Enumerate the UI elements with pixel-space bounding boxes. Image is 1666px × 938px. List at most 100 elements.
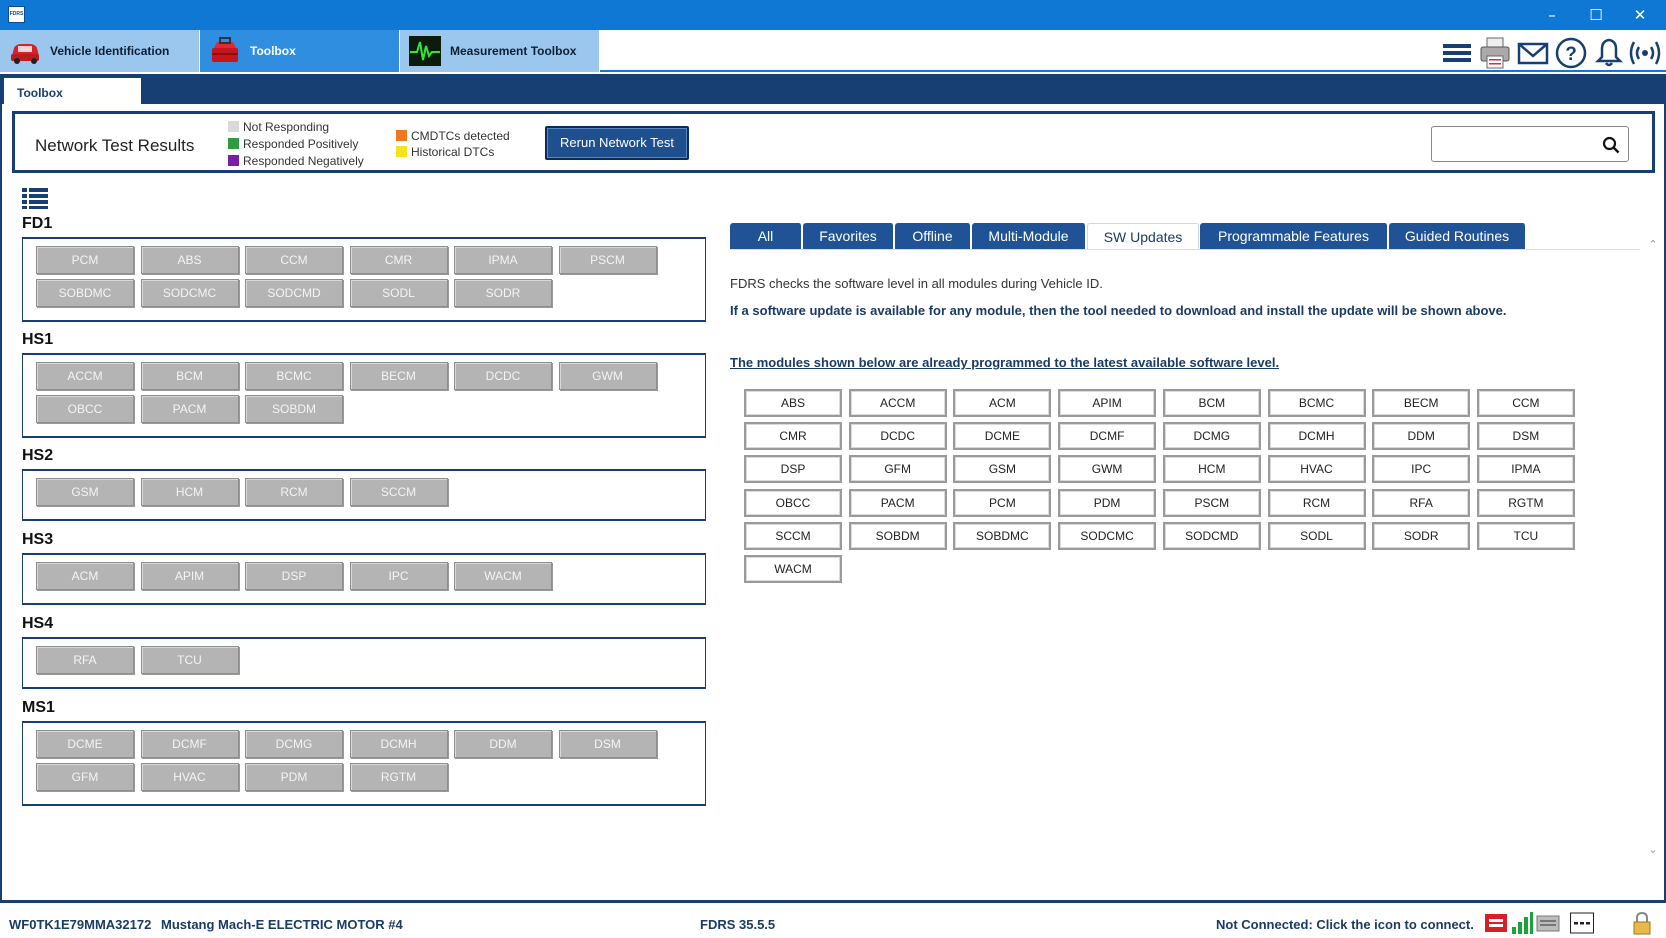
module-button-rgtm[interactable]: RGTM bbox=[349, 763, 448, 791]
module-button-gfm[interactable]: GFM bbox=[36, 763, 134, 791]
scroll-up-arrow[interactable]: ⌃ bbox=[1646, 238, 1660, 251]
updated-module-pscm[interactable]: PSCM bbox=[1162, 488, 1261, 517]
updated-module-accm[interactable]: ACCM bbox=[848, 389, 947, 417]
module-button-becm[interactable]: BECM bbox=[349, 362, 448, 390]
rerun-network-test-button[interactable]: Rerun Network Test bbox=[545, 126, 689, 160]
module-button-wacm[interactable]: WACM bbox=[454, 562, 552, 590]
updated-module-becm[interactable]: BECM bbox=[1372, 389, 1471, 417]
module-button-dcme[interactable]: DCME bbox=[36, 730, 134, 758]
module-button-sobdmc[interactable]: SOBDMC bbox=[36, 279, 134, 307]
tab-measurement-toolbox[interactable]: Measurement Toolbox bbox=[400, 30, 600, 72]
module-button-gwm[interactable]: GWM bbox=[558, 362, 657, 390]
updated-module-sobdm[interactable]: SOBDM bbox=[848, 521, 947, 550]
updated-module-dcmf[interactable]: DCMF bbox=[1058, 422, 1157, 451]
search-input[interactable] bbox=[1438, 133, 1588, 155]
tab-toolbox-sub[interactable]: Toolbox bbox=[4, 78, 141, 104]
updated-module-obcc[interactable]: OBCC bbox=[744, 488, 842, 517]
updated-module-sccm[interactable]: SCCM bbox=[744, 521, 842, 550]
module-button-sodcmd[interactable]: SODCMD bbox=[245, 279, 343, 307]
module-button-rfa[interactable]: RFA bbox=[36, 646, 134, 674]
module-button-abs[interactable]: ABS bbox=[140, 246, 239, 274]
updated-module-abs[interactable]: ABS bbox=[744, 389, 842, 417]
minimize-button[interactable]: – bbox=[1530, 0, 1574, 30]
wireless-icon[interactable] bbox=[1628, 36, 1662, 70]
updated-module-sodcmc[interactable]: SODCMC bbox=[1058, 521, 1157, 550]
module-button-sobdm[interactable]: SOBDM bbox=[245, 395, 343, 423]
updated-module-sodr[interactable]: SODR bbox=[1372, 521, 1471, 550]
updated-module-ddm[interactable]: DDM bbox=[1372, 422, 1471, 451]
module-button-bcm[interactable]: BCM bbox=[140, 362, 239, 390]
menu-icon[interactable] bbox=[1440, 36, 1474, 70]
updated-module-dcme[interactable]: DCME bbox=[953, 422, 1052, 451]
scroll-down-arrow[interactable]: ⌄ bbox=[1646, 843, 1660, 856]
lock-icon[interactable] bbox=[1630, 911, 1654, 935]
updated-module-bcmc[interactable]: BCMC bbox=[1267, 389, 1366, 417]
module-button-accm[interactable]: ACCM bbox=[36, 362, 134, 390]
module-button-ipma[interactable]: IPMA bbox=[454, 246, 552, 274]
module-button-sodcmc[interactable]: SODCMC bbox=[140, 279, 239, 307]
print-icon[interactable] bbox=[1478, 36, 1512, 70]
updated-module-gfm[interactable]: GFM bbox=[848, 455, 947, 484]
search-icon[interactable] bbox=[1602, 136, 1620, 154]
module-button-pdm[interactable]: PDM bbox=[245, 763, 343, 791]
updated-module-hvac[interactable]: HVAC bbox=[1267, 455, 1366, 484]
close-button[interactable]: ✕ bbox=[1618, 0, 1662, 30]
updated-module-sodcmd[interactable]: SODCMD bbox=[1162, 521, 1261, 550]
tab-vehicle-identification[interactable]: Vehicle Identification bbox=[0, 30, 200, 72]
tab-all[interactable]: All bbox=[730, 223, 802, 250]
updated-module-rfa[interactable]: RFA bbox=[1372, 488, 1471, 517]
module-button-obcc[interactable]: OBCC bbox=[36, 395, 134, 423]
updated-module-dcdc[interactable]: DCDC bbox=[848, 422, 947, 451]
updated-module-pacm[interactable]: PACM bbox=[848, 488, 947, 517]
search-field[interactable] bbox=[1431, 126, 1629, 162]
tab-programmable-features[interactable]: Programmable Features bbox=[1200, 223, 1388, 250]
module-button-ipc[interactable]: IPC bbox=[349, 562, 448, 590]
updated-module-ccm[interactable]: CCM bbox=[1476, 389, 1575, 417]
module-button-tcu[interactable]: TCU bbox=[140, 646, 239, 674]
updated-module-ipma[interactable]: IPMA bbox=[1476, 455, 1575, 484]
module-button-hcm[interactable]: HCM bbox=[140, 478, 239, 506]
module-button-dcmf[interactable]: DCMF bbox=[140, 730, 239, 758]
updated-module-gsm[interactable]: GSM bbox=[953, 455, 1052, 484]
list-view-icon[interactable] bbox=[22, 187, 48, 209]
module-button-dcmg[interactable]: DCMG bbox=[245, 730, 343, 758]
module-button-dsp[interactable]: DSP bbox=[245, 562, 343, 590]
module-button-ddm[interactable]: DDM bbox=[454, 730, 552, 758]
updated-module-acm[interactable]: ACM bbox=[953, 389, 1052, 417]
tab-toolbox[interactable]: Toolbox bbox=[200, 30, 400, 72]
module-button-pcm[interactable]: PCM bbox=[36, 246, 134, 274]
bell-icon[interactable] bbox=[1592, 36, 1626, 70]
module-button-dcmh[interactable]: DCMH bbox=[349, 730, 448, 758]
module-button-bcmc[interactable]: BCMC bbox=[245, 362, 343, 390]
module-button-sodl[interactable]: SODL bbox=[349, 279, 448, 307]
module-button-pacm[interactable]: PACM bbox=[140, 395, 239, 423]
updated-module-pdm[interactable]: PDM bbox=[1058, 488, 1157, 517]
vci-disconnected-icon[interactable] bbox=[1484, 911, 1508, 935]
help-icon[interactable]: ? bbox=[1554, 36, 1588, 70]
updated-module-dsm[interactable]: DSM bbox=[1476, 422, 1575, 451]
updated-module-sobdmc[interactable]: SOBDMC bbox=[953, 521, 1052, 550]
mail-icon[interactable] bbox=[1516, 36, 1550, 70]
connection-status[interactable]: Not Connected: Click the icon to connect… bbox=[1216, 917, 1474, 932]
module-button-hvac[interactable]: HVAC bbox=[140, 763, 239, 791]
module-button-pscm[interactable]: PSCM bbox=[558, 246, 657, 274]
module-button-sccm[interactable]: SCCM bbox=[349, 478, 448, 506]
updated-module-tcu[interactable]: TCU bbox=[1476, 521, 1575, 550]
tab-sw-updates[interactable]: SW Updates bbox=[1087, 223, 1199, 250]
updated-module-dcmg[interactable]: DCMG bbox=[1162, 422, 1261, 451]
updated-module-hcm[interactable]: HCM bbox=[1162, 455, 1261, 484]
updated-module-ipc[interactable]: IPC bbox=[1372, 455, 1471, 484]
updated-module-rcm[interactable]: RCM bbox=[1267, 488, 1366, 517]
updated-module-wacm[interactable]: WACM bbox=[744, 555, 842, 583]
module-button-acm[interactable]: ACM bbox=[36, 562, 134, 590]
updated-module-dsp[interactable]: DSP bbox=[744, 455, 842, 484]
module-button-apim[interactable]: APIM bbox=[140, 562, 239, 590]
module-button-ccm[interactable]: CCM bbox=[245, 246, 343, 274]
tab-offline[interactable]: Offline bbox=[895, 223, 971, 250]
updated-module-cmr[interactable]: CMR bbox=[744, 422, 842, 451]
module-button-dcdc[interactable]: DCDC bbox=[454, 362, 552, 390]
updated-module-bcm[interactable]: BCM bbox=[1162, 389, 1261, 417]
module-button-dsm[interactable]: DSM bbox=[558, 730, 657, 758]
updated-module-sodl[interactable]: SODL bbox=[1267, 521, 1366, 550]
updated-module-rgtm[interactable]: RGTM bbox=[1476, 488, 1575, 517]
